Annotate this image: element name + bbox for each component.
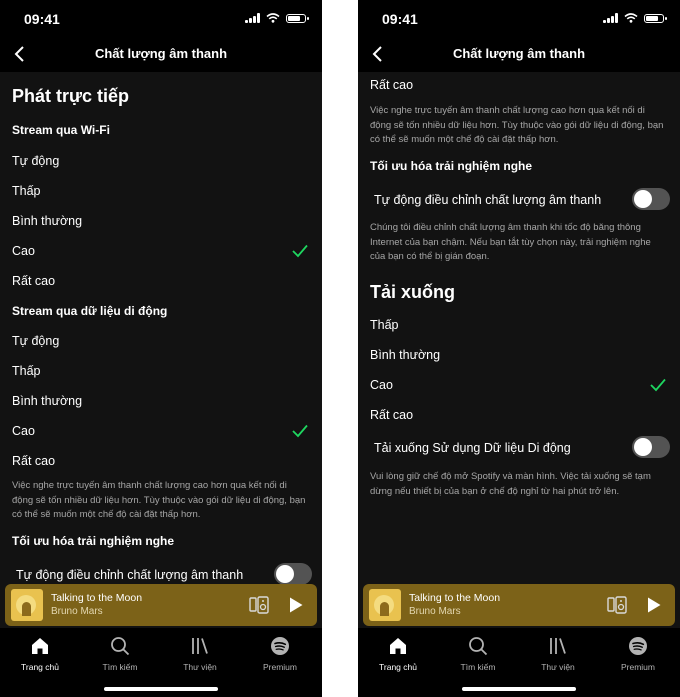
top-bar: Chất lượng âm thanh xyxy=(0,36,322,72)
mini-player[interactable]: Talking to the Moon Bruno Mars xyxy=(5,584,317,626)
nav-label-home: Trang chủ xyxy=(21,662,59,672)
signal-icon xyxy=(245,13,260,23)
nav-label-search: Tìm kiếm xyxy=(460,662,496,672)
nav-label-library: Thư viện xyxy=(183,662,217,672)
song-title: Talking to the Moon xyxy=(409,592,501,604)
home-indicator xyxy=(462,687,576,691)
home-indicator xyxy=(104,687,218,691)
option-download-high[interactable]: Cao xyxy=(370,378,393,392)
download-cellular-toggle[interactable] xyxy=(632,436,670,458)
search-icon xyxy=(469,637,488,656)
battery-icon xyxy=(286,13,309,23)
top-bar: Chất lượng âm thanh xyxy=(358,36,680,72)
wifi-icon xyxy=(266,13,280,23)
nav-search[interactable]: Tìm kiếm xyxy=(446,636,510,672)
option-wifi-normal[interactable]: Bình thường xyxy=(12,214,82,228)
auto-adjust-toggle[interactable] xyxy=(274,563,312,585)
subsection-title-wifi: Stream qua Wi-Fi xyxy=(12,123,110,137)
status-bar: 09:41 xyxy=(0,0,322,36)
play-icon[interactable] xyxy=(289,597,303,613)
nav-search[interactable]: Tìm kiếm xyxy=(88,636,152,672)
option-wifi-low[interactable]: Thấp xyxy=(12,184,41,198)
option-cellular-normal[interactable]: Bình thường xyxy=(12,394,82,408)
nav-premium[interactable]: Premium xyxy=(248,636,312,672)
play-icon[interactable] xyxy=(647,597,661,613)
option-cellular-very-high[interactable]: Rất cao xyxy=(12,454,55,468)
phone-screen-right: 09:41 Chất lượng âm thanh Rất cao Việc n… xyxy=(358,0,680,697)
signal-icon xyxy=(603,13,618,23)
search-icon xyxy=(111,637,130,656)
checkmark-icon xyxy=(650,378,666,392)
album-art xyxy=(369,589,401,621)
nav-label-premium: Premium xyxy=(262,662,297,672)
home-icon xyxy=(32,638,48,654)
spotify-logo-icon xyxy=(629,637,647,655)
nav-label-premium: Premium xyxy=(620,662,655,672)
connect-device-icon[interactable] xyxy=(249,596,269,614)
cellular-description: Việc nghe trực tuyến âm thanh chất lượng… xyxy=(370,105,664,145)
option-cellular-auto[interactable]: Tự động xyxy=(12,334,59,348)
cellular-description: Việc nghe trực tuyến âm thanh chất lượng… xyxy=(12,480,306,520)
song-title: Talking to the Moon xyxy=(51,592,143,604)
option-cellular-very-high[interactable]: Rất cao xyxy=(370,78,413,92)
status-time: 09:41 xyxy=(24,11,60,27)
library-icon xyxy=(192,638,208,654)
battery-icon xyxy=(644,13,667,23)
bottom-nav: Trang chủ Tìm kiếm Thư viện Premium xyxy=(358,628,680,697)
checkmark-icon xyxy=(292,244,308,258)
auto-adjust-label: Tự động điều chỉnh chất lượng âm thanh xyxy=(16,568,244,582)
nav-label-library: Thư viện xyxy=(541,662,575,672)
page-title: Chất lượng âm thanh xyxy=(452,46,586,61)
wifi-icon xyxy=(624,13,638,23)
nav-home[interactable]: Trang chủ xyxy=(8,636,72,672)
download-cellular-label: Tải xuống Sử dụng Dữ liệu Di động xyxy=(374,441,571,455)
subsection-title-optimize: Tối ưu hóa trải nghiệm nghe xyxy=(370,159,533,173)
section-title-downloads: Tải xuống xyxy=(370,282,455,302)
status-time: 09:41 xyxy=(382,11,418,27)
option-download-low[interactable]: Thấp xyxy=(370,318,399,332)
subsection-title-optimize: Tối ưu hóa trải nghiệm nghe xyxy=(12,534,175,548)
connect-device-icon[interactable] xyxy=(607,596,627,614)
status-icons xyxy=(603,13,667,23)
page-title: Chất lượng âm thanh xyxy=(94,46,228,61)
status-icons xyxy=(245,13,309,23)
artist-name: Bruno Mars xyxy=(409,606,461,617)
bottom-nav: Trang chủ Tìm kiếm Thư viện Premium xyxy=(0,628,322,697)
nav-library[interactable]: Thư viện xyxy=(168,636,232,672)
spotify-logo-icon xyxy=(271,637,289,655)
mini-player[interactable]: Talking to the Moon Bruno Mars xyxy=(363,584,675,626)
nav-label-search: Tìm kiếm xyxy=(102,662,138,672)
auto-adjust-description: Chúng tôi điều chỉnh chất lượng âm thanh… xyxy=(370,222,651,262)
status-bar: 09:41 xyxy=(358,0,680,36)
subsection-title-cellular: Stream qua dữ liệu di động xyxy=(12,304,168,318)
nav-library[interactable]: Thư viện xyxy=(526,636,590,672)
artist-name: Bruno Mars xyxy=(51,606,103,617)
phone-screen-left: 09:41 Chất lượng âm thanh Phát trực tiếp… xyxy=(0,0,322,697)
option-download-normal[interactable]: Bình thường xyxy=(370,348,440,362)
album-art xyxy=(11,589,43,621)
auto-adjust-label: Tự động điều chỉnh chất lượng âm thanh xyxy=(374,193,602,207)
option-wifi-auto[interactable]: Tự động xyxy=(12,154,59,168)
option-wifi-very-high[interactable]: Rất cao xyxy=(12,274,55,288)
checkmark-icon xyxy=(292,424,308,438)
download-description: Vui lòng giữ chế độ mở Spotify và màn hì… xyxy=(370,471,651,497)
nav-premium[interactable]: Premium xyxy=(606,636,670,672)
option-wifi-high[interactable]: Cao xyxy=(12,244,35,258)
option-cellular-low[interactable]: Thấp xyxy=(12,364,41,378)
nav-home[interactable]: Trang chủ xyxy=(366,636,430,672)
option-download-very-high[interactable]: Rất cao xyxy=(370,408,413,422)
option-cellular-high[interactable]: Cao xyxy=(12,424,35,438)
home-icon xyxy=(390,638,406,654)
library-icon xyxy=(550,638,566,654)
section-title-streaming: Phát trực tiếp xyxy=(12,86,130,106)
auto-adjust-toggle[interactable] xyxy=(632,188,670,210)
nav-label-home: Trang chủ xyxy=(379,662,417,672)
